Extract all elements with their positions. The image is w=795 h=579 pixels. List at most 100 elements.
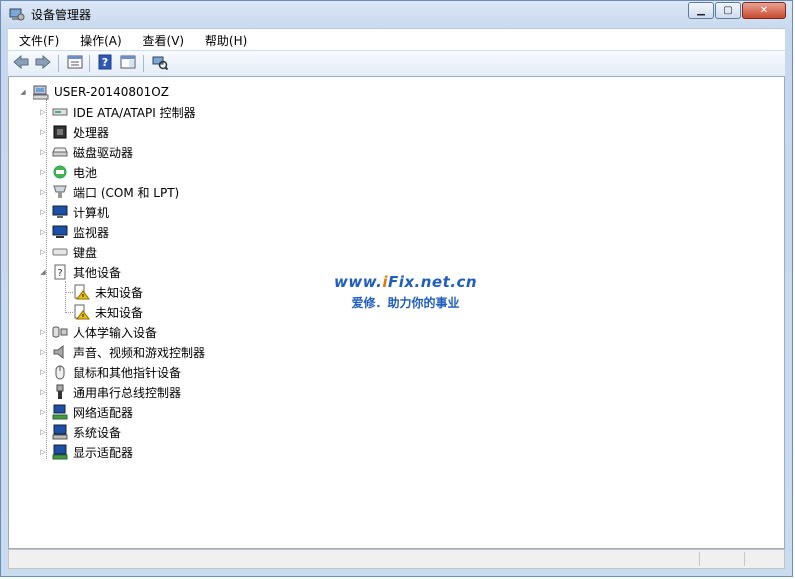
properties-icon xyxy=(67,55,83,72)
other-devices-icon: ? xyxy=(52,264,68,280)
tree-item-label: 声音、视频和游戏控制器 xyxy=(73,345,206,360)
tree-item[interactable]: ▷ 键盘 xyxy=(39,242,97,262)
expand-arrow-icon[interactable]: ▷ xyxy=(39,408,47,416)
computer-root-icon xyxy=(33,84,49,100)
tree-item[interactable]: ▷ 声音、视频和游戏控制器 xyxy=(39,342,205,362)
caption-buttons: ▁ ▢ ✕ xyxy=(687,2,786,19)
tree-item-label: 人体学输入设备 xyxy=(73,325,158,340)
menu-view[interactable]: 查看(V) xyxy=(132,29,191,49)
expand-arrow-icon[interactable]: ▷ xyxy=(39,208,47,216)
expand-arrow-icon[interactable]: ▷ xyxy=(39,108,47,116)
tree-connector xyxy=(65,281,66,313)
tree-item[interactable]: ▷ 鼠标和其他指针设备 xyxy=(39,362,181,382)
tree-item-label: 通用串行总线控制器 xyxy=(73,385,182,400)
system-device-icon xyxy=(52,424,68,440)
panel-icon xyxy=(120,55,136,72)
tree-item[interactable]: ▷ IDE ATA/ATAPI 控制器 xyxy=(39,102,196,122)
expand-arrow-icon[interactable]: ▷ xyxy=(39,128,47,136)
battery-icon xyxy=(52,164,68,180)
tree-child-label: 未知设备 xyxy=(95,305,144,320)
device-manager-icon xyxy=(9,6,25,22)
expand-arrow-icon[interactable]: ▷ xyxy=(39,228,47,236)
menu-file[interactable]: 文件(F) xyxy=(8,29,65,49)
tree-item[interactable]: ▷ 处理器 xyxy=(39,122,109,142)
disk-drive-icon xyxy=(52,144,68,160)
minimize-icon: ▁ xyxy=(697,5,705,16)
tree-item[interactable]: ▷ 端口 (COM 和 LPT) xyxy=(39,182,179,202)
scan-hardware-button[interactable] xyxy=(151,55,169,71)
tree-item[interactable]: ▷ 网络适配器 xyxy=(39,402,133,422)
tree-item-label: 鼠标和其他指针设备 xyxy=(73,365,182,380)
svg-text:?: ? xyxy=(57,268,62,279)
expand-arrow-icon[interactable]: ▷ xyxy=(39,428,47,436)
tree-item[interactable]: ▷ 人体学输入设备 xyxy=(39,322,157,342)
collapse-arrow-icon[interactable]: ◢ xyxy=(19,88,27,96)
expand-arrow-icon[interactable]: ▷ xyxy=(39,328,47,336)
status-divider xyxy=(699,552,700,566)
computer-icon xyxy=(52,204,68,220)
tree-item-label: 其他设备 xyxy=(73,265,122,280)
tree-item[interactable]: ▷ 通用串行总线控制器 xyxy=(39,382,181,402)
tree-item[interactable]: ▷ 显示适配器 xyxy=(39,442,133,462)
expand-arrow-icon[interactable]: ▷ xyxy=(39,148,47,156)
tree-item-label: 计算机 xyxy=(73,205,110,220)
tree-item[interactable]: ▷ 系统设备 xyxy=(39,422,121,442)
tree-item-label: 处理器 xyxy=(73,125,110,140)
toolbar: ? xyxy=(8,50,785,77)
tree-connector xyxy=(65,292,73,293)
tree-item[interactable]: ▷ 电池 xyxy=(39,162,97,182)
menu-help[interactable]: 帮助(H) xyxy=(194,29,253,49)
tree-item[interactable]: ▷ 磁盘驱动器 xyxy=(39,142,133,162)
expand-arrow-icon[interactable]: ▷ xyxy=(39,388,47,396)
display-adapter-icon xyxy=(52,444,68,460)
svg-text:?: ? xyxy=(102,56,108,69)
minimize-button[interactable]: ▁ xyxy=(688,2,714,19)
help-button[interactable]: ? xyxy=(96,54,114,73)
watermark-url-suffix: Fix.net.cn xyxy=(387,273,478,291)
tree-item-label: 键盘 xyxy=(73,245,98,260)
tree-item-label: 显示适配器 xyxy=(73,445,134,460)
panel-button[interactable] xyxy=(119,55,137,71)
menu-bar: 文件(F) 操作(A) 查看(V) 帮助(H) xyxy=(8,28,785,50)
back-button[interactable] xyxy=(12,54,30,72)
maximize-icon: ▢ xyxy=(723,5,733,16)
expand-arrow-icon[interactable]: ▷ xyxy=(39,448,47,456)
watermark-url: www.iFix.net.cn xyxy=(334,273,477,291)
title-bar[interactable]: 设备管理器 ▁ ▢ ✕ xyxy=(1,1,792,27)
expand-arrow-icon[interactable]: ▷ xyxy=(39,248,47,256)
tree-item[interactable]: ▷ 监视器 xyxy=(39,222,109,242)
tree-root[interactable]: ◢ USER-20140801OZ xyxy=(19,82,169,102)
toolbar-separator xyxy=(58,55,59,72)
device-tree-panel: ◢ USER-20140801OZ ▷ IDE ATA/ATAPI 控制器 ▷ … xyxy=(8,76,785,549)
unknown-device-warning-icon xyxy=(74,284,90,300)
maximize-button[interactable]: ▢ xyxy=(715,2,741,19)
properties-button[interactable] xyxy=(66,55,84,71)
forward-button[interactable] xyxy=(34,54,52,71)
help-icon: ? xyxy=(98,54,112,73)
expand-arrow-icon[interactable]: ▷ xyxy=(39,168,47,176)
tree-child-item[interactable]: 未知设备 xyxy=(74,302,143,322)
watermark-slogan: 爱修．助力你的事业 xyxy=(351,296,460,310)
menu-action[interactable]: 操作(A) xyxy=(69,29,128,49)
ide-controller-icon xyxy=(52,104,68,120)
keyboard-icon xyxy=(52,244,68,260)
tree-child-item[interactable]: 未知设备 xyxy=(74,282,143,302)
sound-icon xyxy=(52,344,68,360)
tree-item-label: 端口 (COM 和 LPT) xyxy=(73,185,180,200)
tree-child-label: 未知设备 xyxy=(95,285,144,300)
tree-item-label: 网络适配器 xyxy=(73,405,134,420)
window-title: 设备管理器 xyxy=(31,8,92,22)
usb-icon xyxy=(52,384,68,400)
tree-item-label: IDE ATA/ATAPI 控制器 xyxy=(73,105,196,120)
close-button[interactable]: ✕ xyxy=(742,2,786,19)
tree-item[interactable]: ▷ 计算机 xyxy=(39,202,109,222)
expand-arrow-icon[interactable]: ▷ xyxy=(39,368,47,376)
status-bar xyxy=(8,549,785,569)
processor-icon xyxy=(52,124,68,140)
collapse-arrow-icon[interactable]: ◢ xyxy=(39,268,47,276)
expand-arrow-icon[interactable]: ▷ xyxy=(39,348,47,356)
status-divider xyxy=(744,552,745,566)
back-arrow-icon xyxy=(13,54,29,72)
expand-arrow-icon[interactable]: ▷ xyxy=(39,188,47,196)
tree-item-expanded[interactable]: ◢ ? 其他设备 xyxy=(39,262,121,282)
